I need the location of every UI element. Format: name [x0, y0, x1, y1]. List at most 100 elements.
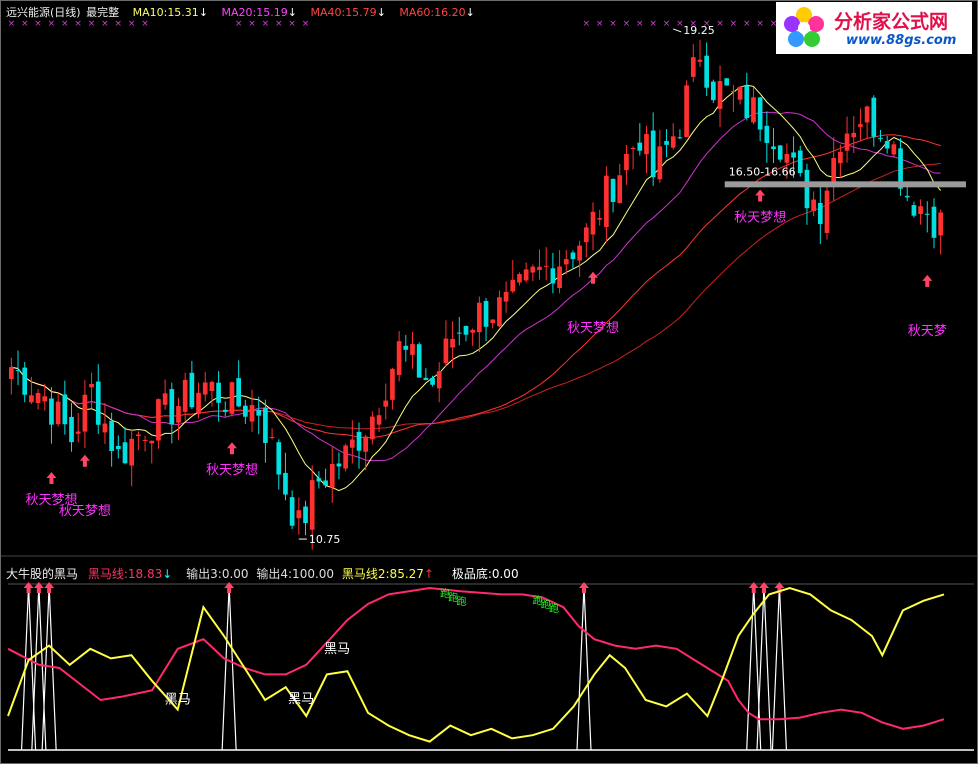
candle-body [590, 211, 596, 235]
buy-signal-arrow-icon [755, 189, 766, 202]
candle-body [904, 195, 910, 198]
candle-body [269, 436, 275, 438]
candlestick [35, 389, 41, 410]
candlestick [416, 342, 422, 378]
candle-body [583, 227, 589, 243]
candlestick [115, 435, 121, 459]
candle-body [363, 436, 369, 452]
candlestick [650, 112, 656, 186]
candlestick [149, 440, 155, 464]
candle-body [751, 97, 756, 123]
candlestick [523, 262, 529, 283]
candlestick [891, 141, 897, 158]
candlestick [497, 290, 502, 328]
candlestick [75, 412, 81, 443]
candlestick [704, 42, 709, 96]
candlestick [463, 325, 469, 342]
candle-body [443, 338, 449, 363]
candle-body [115, 445, 121, 450]
candle-body [182, 379, 188, 412]
candlestick [95, 364, 101, 434]
ma40-arrow: ↓ [376, 6, 386, 19]
candle-body [503, 291, 509, 302]
adjust-label: 最完整 [86, 6, 120, 19]
candlestick [296, 497, 302, 535]
candlestick [289, 490, 295, 530]
candle-body [450, 338, 455, 348]
indicator-header: 大牛股的黑马 黑马线:18.83↓ 输出3:0.00 输出4:100.00 黑马… [6, 565, 519, 582]
candlestick [884, 135, 890, 154]
signal-cross-mark: × [302, 19, 310, 29]
candle-body [156, 399, 161, 441]
candle-body [189, 372, 195, 408]
candle-body [697, 59, 703, 62]
buy-signal-arrow-icon [79, 454, 90, 467]
candle-body [390, 368, 395, 400]
candlestick [771, 127, 776, 163]
candle-body [42, 396, 48, 402]
heima-label: 黑马 [165, 693, 191, 708]
range-bar [724, 181, 966, 188]
candle-body [831, 157, 837, 185]
chart-canvas[interactable]: ××××××××××××××××××××××××××××××××××××××××… [0, 0, 978, 764]
candle-body [557, 266, 562, 288]
signal-cross-mark: × [128, 19, 136, 29]
range-annotation: 16.50-16.66 [729, 165, 796, 178]
signal-cross-mark: × [21, 19, 29, 29]
candlestick [102, 403, 108, 444]
signal-spike [221, 585, 237, 751]
candlestick [370, 411, 375, 445]
candle-body [243, 405, 248, 417]
candlestick [510, 260, 516, 294]
candle-body [303, 506, 308, 524]
candlestick [684, 80, 689, 138]
candlestick [256, 396, 262, 435]
candlestick [269, 428, 275, 440]
candle-body [878, 137, 883, 139]
signal-cross-mark: × [636, 19, 644, 29]
candlestick [22, 362, 28, 403]
candle-body [109, 420, 114, 452]
candlestick [162, 379, 168, 410]
candlestick [737, 86, 743, 105]
site-logo[interactable]: 分析家公式网 www.88gs.com [776, 2, 972, 54]
candle-body [817, 202, 823, 225]
candle-body [122, 442, 128, 464]
candlestick [583, 223, 589, 258]
candle-body [222, 409, 228, 412]
candle-body [82, 394, 88, 432]
output3-value: 输出3:0.00 [186, 567, 249, 581]
ma40-line [11, 134, 941, 439]
signal-cross-mark: × [235, 19, 243, 29]
candle-body [851, 132, 857, 138]
candle-body [804, 169, 810, 209]
candlestick [931, 198, 937, 249]
candle-body [570, 252, 576, 260]
indicator-name: 大牛股的黑马 [6, 567, 79, 581]
candlestick [610, 178, 616, 213]
candle-body [737, 86, 743, 100]
heima-label: 黑马 [324, 642, 350, 657]
candlestick [356, 422, 362, 469]
candle-body [329, 464, 335, 488]
candlestick [276, 439, 282, 490]
candlestick [697, 39, 703, 67]
candle-body [497, 297, 502, 327]
candle-body [9, 367, 14, 380]
ma10-label: MA10:15.31 [132, 6, 199, 19]
candle-body [938, 212, 943, 236]
candle-body [884, 141, 890, 149]
candlestick [122, 427, 128, 465]
signal-cross-mark: × [88, 19, 96, 29]
candlestick [664, 129, 669, 158]
heima-line-arrow: ↓ [162, 567, 173, 581]
signal-cross-mark: × [48, 19, 56, 29]
candlestick [864, 105, 870, 139]
candlestick [283, 452, 288, 501]
signal-cross-mark: × [623, 19, 631, 29]
candlestick [550, 252, 556, 294]
candle-body [797, 150, 803, 173]
candlestick [490, 319, 496, 329]
candle-body [657, 146, 663, 180]
candlestick [470, 328, 475, 346]
